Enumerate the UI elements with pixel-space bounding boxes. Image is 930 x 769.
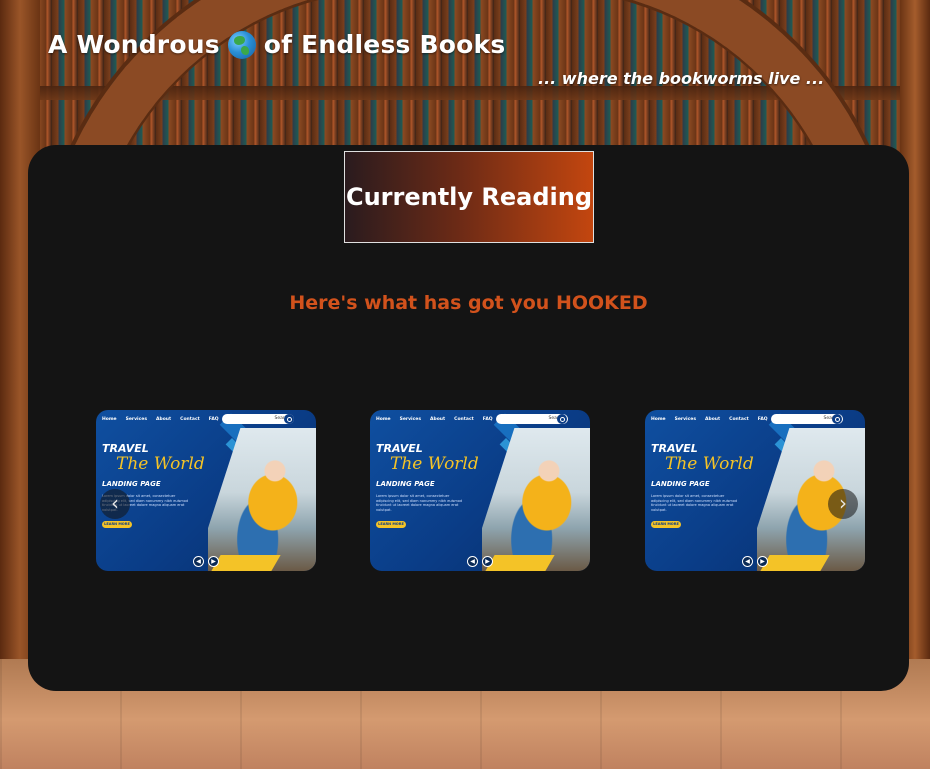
- card-nav-item[interactable]: Home: [102, 417, 117, 422]
- card-nav-item[interactable]: Services: [400, 417, 421, 422]
- decorative-stripe: [211, 555, 281, 571]
- card-pager: ◀ ▶: [193, 556, 219, 567]
- learn-more-button[interactable]: LEARN MORE: [102, 521, 132, 528]
- search-icon[interactable]: [557, 414, 567, 424]
- decorative-stripe: [760, 555, 830, 571]
- currently-reading-panel: Currently Reading Here's what has got yo…: [28, 145, 909, 691]
- section-heading-box: Currently Reading: [344, 151, 594, 243]
- card-nav-item[interactable]: Services: [126, 417, 147, 422]
- carousel-prev-button[interactable]: ‹: [100, 489, 130, 519]
- site-title-prefix: A Wondrous: [48, 30, 220, 59]
- card-landing-text: LANDING PAGE: [651, 480, 710, 488]
- chevron-left-icon[interactable]: ◀: [467, 556, 478, 567]
- site-title-suffix: of Endless Books: [263, 30, 506, 59]
- card-world-text: The World: [665, 454, 754, 474]
- card-landing-text: LANDING PAGE: [376, 480, 435, 488]
- card-world-text: The World: [116, 454, 205, 474]
- card-landing-text: LANDING PAGE: [102, 480, 161, 488]
- card-world-text: The World: [390, 454, 479, 474]
- card-body-text: Lorem ipsum dolor sit amet, consectetuer…: [376, 494, 463, 512]
- globe-icon: [227, 30, 256, 59]
- card-nav-item[interactable]: About: [430, 417, 445, 422]
- chevron-left-icon[interactable]: ◀: [742, 556, 753, 567]
- card-nav-item[interactable]: Services: [675, 417, 696, 422]
- chevron-left-icon[interactable]: ◀: [193, 556, 204, 567]
- card-nav-item[interactable]: Contact: [454, 417, 474, 422]
- section-subheading: Here's what has got you HOOKED: [289, 292, 648, 314]
- site-title: A Wondrous of Endless Books: [48, 30, 505, 59]
- card-nav-item[interactable]: About: [156, 417, 171, 422]
- chevron-right-icon[interactable]: ▶: [757, 556, 768, 567]
- card-nav-item[interactable]: FAQ: [758, 417, 768, 422]
- chevron-right-icon[interactable]: ▶: [482, 556, 493, 567]
- section-heading: Currently Reading: [345, 183, 593, 211]
- card-pager: ◀ ▶: [467, 556, 493, 567]
- carousel-next-button[interactable]: ›: [828, 489, 858, 519]
- chevron-left-icon: ‹: [111, 491, 119, 515]
- book-card[interactable]: Home Services About Contact FAQ Search T…: [370, 410, 590, 571]
- chevron-right-icon: ›: [839, 491, 847, 515]
- book-card[interactable]: Home Services About Contact FAQ Search T…: [96, 410, 316, 571]
- card-pager: ◀ ▶: [742, 556, 768, 567]
- book-card[interactable]: Home Services About Contact FAQ Search T…: [645, 410, 865, 571]
- learn-more-button[interactable]: LEARN MORE: [376, 521, 406, 528]
- card-nav-item[interactable]: Contact: [729, 417, 749, 422]
- decorative-stripe: [485, 555, 555, 571]
- card-nav-item[interactable]: Home: [651, 417, 666, 422]
- card-nav-item[interactable]: About: [705, 417, 720, 422]
- search-icon[interactable]: [832, 414, 842, 424]
- chevron-right-icon[interactable]: ▶: [208, 556, 219, 567]
- card-nav-item[interactable]: Home: [376, 417, 391, 422]
- card-nav-item[interactable]: Contact: [180, 417, 200, 422]
- card-body-text: Lorem ipsum dolor sit amet, consectetuer…: [651, 494, 738, 512]
- learn-more-button[interactable]: LEARN MORE: [651, 521, 681, 528]
- search-icon[interactable]: [284, 414, 294, 424]
- card-nav-item[interactable]: FAQ: [483, 417, 493, 422]
- site-tagline: ... where the bookworms live ...: [538, 69, 825, 88]
- card-nav-item[interactable]: FAQ: [209, 417, 219, 422]
